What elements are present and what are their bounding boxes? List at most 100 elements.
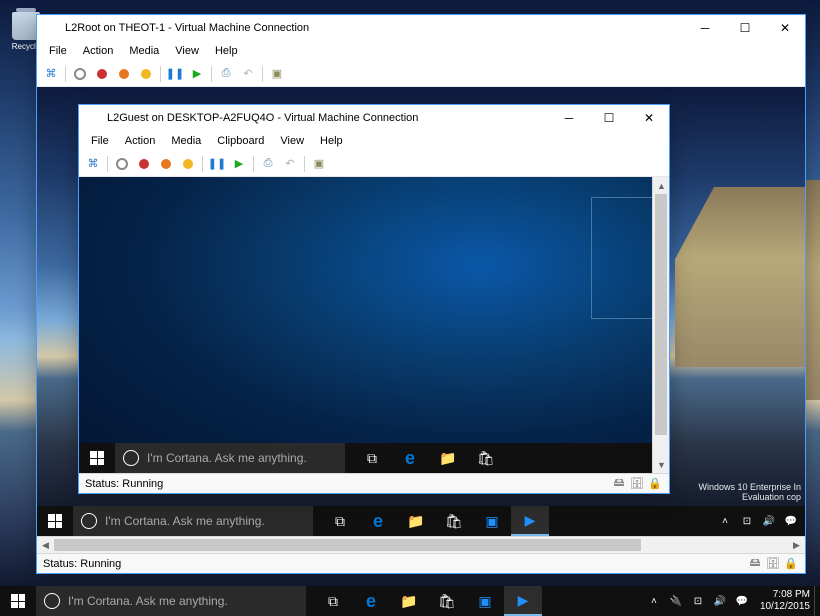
edge-icon[interactable]: e xyxy=(352,586,390,616)
save-button[interactable] xyxy=(136,64,156,84)
menu-view[interactable]: View xyxy=(167,43,207,59)
start-button[interactable] xyxy=(0,586,36,616)
statusbar-outer: Status: Running 🖴 🗄 🔒 xyxy=(37,553,805,573)
store-icon[interactable]: 🛍 xyxy=(428,586,466,616)
toolbar-outer: ⌘ ❚❚ ▶ ⎙ ↶ ▣ xyxy=(37,61,805,87)
menu-file[interactable]: File xyxy=(41,43,75,59)
shutdown-button[interactable] xyxy=(156,154,176,174)
menu-file[interactable]: File xyxy=(83,133,117,149)
explorer-icon[interactable]: 📁 xyxy=(429,443,467,473)
scrollbar-vertical[interactable]: ▲ ▼ xyxy=(652,177,669,473)
store-icon[interactable]: 🛍 xyxy=(467,443,505,473)
show-desktop-button[interactable] xyxy=(814,586,820,616)
taskview-icon[interactable]: ⧉ xyxy=(321,506,359,536)
cortana-icon xyxy=(123,450,139,466)
cortana-placeholder: I'm Cortana. Ask me anything. xyxy=(105,514,265,528)
vmconnect-taskbar-icon[interactable]: ▶ xyxy=(504,586,542,616)
taskview-icon[interactable]: ⧉ xyxy=(353,443,391,473)
shutdown-button[interactable] xyxy=(114,64,134,84)
scroll-thumb[interactable] xyxy=(655,194,667,435)
tray-chevron-icon[interactable]: ˄ xyxy=(646,593,662,609)
start-button-tb[interactable] xyxy=(70,64,90,84)
checkpoint-button[interactable]: ⎙ xyxy=(258,154,278,174)
menu-action[interactable]: Action xyxy=(117,133,164,149)
close-button[interactable]: ✕ xyxy=(629,105,669,131)
save-button[interactable] xyxy=(178,154,198,174)
menu-help[interactable]: Help xyxy=(312,133,351,149)
menubar-outer: File Action Media View Help xyxy=(37,41,805,61)
menu-media[interactable]: Media xyxy=(163,133,209,149)
revert-button[interactable]: ↶ xyxy=(280,154,300,174)
server-status-icon: 🗄 xyxy=(765,557,781,571)
menu-action[interactable]: Action xyxy=(75,43,122,59)
edge-icon[interactable]: e xyxy=(359,506,397,536)
reset-button[interactable]: ▶ xyxy=(229,154,249,174)
pause-button[interactable]: ❚❚ xyxy=(207,154,227,174)
status-text: Status: Running xyxy=(43,558,121,570)
titlebar-inner[interactable]: L2Guest on DESKTOP-A2FUQ4O - Virtual Mac… xyxy=(79,105,669,131)
notifications-icon[interactable]: 💬 xyxy=(734,593,750,609)
start-button[interactable] xyxy=(37,506,73,536)
volume-icon[interactable]: 🔊 xyxy=(761,513,777,529)
minimize-button[interactable]: ─ xyxy=(685,15,725,41)
turnoff-button[interactable] xyxy=(92,64,112,84)
window-title-inner: L2Guest on DESKTOP-A2FUQ4O - Virtual Mac… xyxy=(107,112,549,124)
minimize-button[interactable]: ─ xyxy=(549,105,589,131)
start-button[interactable] xyxy=(79,443,115,473)
maximize-button[interactable]: ☐ xyxy=(589,105,629,131)
cortana-placeholder: I'm Cortana. Ask me anything. xyxy=(68,594,228,608)
close-button[interactable]: ✕ xyxy=(765,15,805,41)
cortana-search[interactable]: I'm Cortana. Ask me anything. xyxy=(115,443,345,473)
scroll-left-icon[interactable]: ◀ xyxy=(37,537,54,554)
disk-status-icon: 🖴 xyxy=(611,477,627,491)
edge-icon[interactable]: e xyxy=(391,443,429,473)
server-status-icon: 🗄 xyxy=(629,477,645,491)
power-icon[interactable]: 🔌 xyxy=(668,593,684,609)
scroll-up-icon[interactable]: ▲ xyxy=(653,177,669,194)
vmconnect-icon xyxy=(43,20,59,36)
cortana-search[interactable]: I'm Cortana. Ask me anything. xyxy=(73,506,313,536)
clock[interactable]: 7:08 PM 10/12/2015 xyxy=(756,589,814,613)
ctrl-alt-del-button[interactable]: ⌘ xyxy=(41,64,61,84)
network-icon[interactable]: ⊡ xyxy=(739,513,755,529)
menubar-inner: File Action Media Clipboard View Help xyxy=(79,131,669,151)
reset-button[interactable]: ▶ xyxy=(187,64,207,84)
ctrl-alt-del-button[interactable]: ⌘ xyxy=(83,154,103,174)
toolbar-separator xyxy=(160,66,161,82)
toolbar-separator xyxy=(262,66,263,82)
scrollbar-horizontal[interactable]: ◀ ▶ xyxy=(37,536,805,553)
scroll-thumb[interactable] xyxy=(54,539,641,551)
vmconnect-taskbar-icon[interactable]: ▶ xyxy=(511,506,549,536)
explorer-icon[interactable]: 📁 xyxy=(390,586,428,616)
license-watermark: Windows 10 Enterprise In Evaluation cop xyxy=(698,482,801,502)
enhanced-session-button[interactable]: ▣ xyxy=(309,154,329,174)
scroll-right-icon[interactable]: ▶ xyxy=(788,537,805,554)
toolbar-inner: ⌘ ❚❚ ▶ ⎙ ↶ ▣ xyxy=(79,151,669,177)
titlebar-outer[interactable]: L2Root on THEOT-1 - Virtual Machine Conn… xyxy=(37,15,805,41)
checkpoint-button[interactable]: ⎙ xyxy=(216,64,236,84)
turnoff-button[interactable] xyxy=(134,154,154,174)
scroll-down-icon[interactable]: ▼ xyxy=(653,456,669,473)
maximize-button[interactable]: ☐ xyxy=(725,15,765,41)
taskview-icon[interactable]: ⧉ xyxy=(314,586,352,616)
lock-status-icon: 🔒 xyxy=(783,557,799,571)
enhanced-session-button[interactable]: ▣ xyxy=(267,64,287,84)
menu-view[interactable]: View xyxy=(272,133,312,149)
cortana-search[interactable]: I'm Cortana. Ask me anything. xyxy=(36,586,306,616)
menu-media[interactable]: Media xyxy=(121,43,167,59)
pause-button[interactable]: ❚❚ xyxy=(165,64,185,84)
revert-button[interactable]: ↶ xyxy=(238,64,258,84)
start-button-tb[interactable] xyxy=(112,154,132,174)
task-icons: ⧉ e 📁 🛍 ▣ ▶ xyxy=(314,586,542,616)
explorer-icon[interactable]: 📁 xyxy=(397,506,435,536)
menu-clipboard[interactable]: Clipboard xyxy=(209,133,272,149)
store-icon[interactable]: 🛍 xyxy=(435,506,473,536)
network-icon[interactable]: ⊡ xyxy=(690,593,706,609)
hyperv-manager-icon[interactable]: ▣ xyxy=(473,506,511,536)
tray-chevron-icon[interactable]: ˄ xyxy=(717,513,733,529)
volume-icon[interactable]: 🔊 xyxy=(712,593,728,609)
menu-help[interactable]: Help xyxy=(207,43,246,59)
notifications-icon[interactable]: 💬 xyxy=(783,513,799,529)
vm-l2guest-desktop[interactable]: I'm Cortana. Ask me anything. ⧉ e 📁 🛍 xyxy=(79,177,652,473)
hyperv-manager-icon[interactable]: ▣ xyxy=(466,586,504,616)
